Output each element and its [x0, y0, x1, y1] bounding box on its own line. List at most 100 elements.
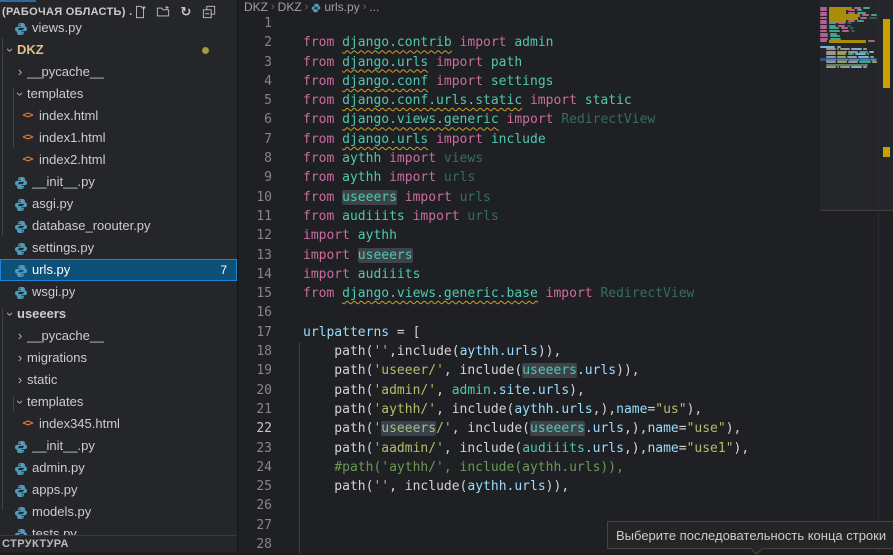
chevron-right-icon[interactable]: ›	[13, 347, 27, 369]
tree-item-index2-html[interactable]: <>index2.html	[0, 149, 237, 171]
tree-indent-guide	[2, 38, 3, 236]
code-line-14[interactable]: 14import audiiits	[238, 265, 893, 284]
tree-item-index-html[interactable]: <>index.html	[0, 105, 237, 127]
code-line-3[interactable]: 3from django.urls import path	[238, 53, 893, 72]
code-line-19[interactable]: 19 path('useeer/', include(useeers.urls)…	[238, 361, 893, 380]
code-line-17[interactable]: 17urlpatterns = [	[238, 323, 893, 342]
chevron-right-icon[interactable]: ›	[13, 369, 27, 391]
tree-item-settings-py[interactable]: settings.py	[0, 237, 237, 259]
breadcrumb-item[interactable]: DKZ	[278, 0, 302, 14]
code-line-7[interactable]: 7from django.urls import include	[238, 130, 893, 149]
line-number: 24	[238, 458, 272, 477]
token: from	[303, 286, 342, 301]
line-number: 3	[238, 53, 272, 72]
token: )),	[616, 363, 639, 378]
token: ),	[734, 441, 750, 456]
token	[483, 74, 491, 89]
code-line-6[interactable]: 6from django.views.generic import Redire…	[238, 110, 893, 129]
tree-item-index1-html[interactable]: <>index1.html	[0, 127, 237, 149]
outline-section-header[interactable]: СТРУКТУРА	[0, 535, 237, 552]
html-file-icon: <>	[20, 149, 35, 171]
token: aythh.urls	[467, 479, 545, 494]
token	[405, 209, 413, 224]
token	[483, 132, 491, 147]
token: , include(	[444, 363, 522, 378]
token: path(	[303, 441, 373, 456]
python-file-icon	[13, 479, 28, 501]
tree-item--pycache-[interactable]: ›__pycache__	[0, 61, 237, 83]
code-line-18[interactable]: 18 path('',include(aythh.urls)),	[238, 342, 893, 361]
tree-item-templates[interactable]: ›templates	[0, 391, 237, 413]
token: import	[436, 132, 483, 147]
code-line-10[interactable]: 10from useeers import urls	[238, 188, 893, 207]
token: , include(	[452, 421, 530, 436]
code-line-20[interactable]: 20 path('admin/', admin.site.urls),	[238, 381, 893, 400]
tree-item-models-py[interactable]: models.py	[0, 501, 237, 523]
code-line-16[interactable]: 16	[238, 303, 893, 322]
token: import	[530, 93, 577, 108]
token: admin	[452, 383, 491, 398]
tree-item--init-py[interactable]: __init__.py	[0, 435, 237, 457]
code-line-9[interactable]: 9from aythh import urls	[238, 168, 893, 187]
tree-item-asgi-py[interactable]: asgi.py	[0, 193, 237, 215]
token: = [	[389, 325, 420, 340]
token: path(	[303, 363, 373, 378]
code-line-21[interactable]: 21 path('aythh/', include(aythh.urls,),n…	[238, 400, 893, 419]
token: RedirectView	[600, 286, 694, 301]
tree-item-templates[interactable]: ›templates	[0, 83, 237, 105]
code-area[interactable]: 12from django.contrib import admin3from …	[238, 14, 893, 554]
tree-item-dkz[interactable]: ›DKZ	[0, 39, 237, 61]
tree-item-index345-html[interactable]: <>index345.html	[0, 413, 237, 435]
tree-item-label: __pycache__	[27, 61, 104, 83]
breadcrumb-separator-icon: ›	[271, 1, 275, 13]
tooltip-text: Выберите последовательность конца строки	[616, 528, 886, 543]
html-file-icon: <>	[20, 413, 35, 435]
minimap[interactable]	[820, 0, 893, 552]
tree-item-label: asgi.py	[32, 193, 73, 215]
code-line-5[interactable]: 5from django.conf.urls.static import sta…	[238, 91, 893, 110]
breadcrumb[interactable]: DKZ›DKZ›urls.py›...	[238, 0, 893, 14]
tree-item-label: index.html	[39, 105, 98, 127]
code-line-23[interactable]: 23 path('aadmin/', include(audiiits.urls…	[238, 439, 893, 458]
line-number: 23	[238, 439, 272, 458]
code-line-1[interactable]: 1	[238, 14, 893, 33]
breadcrumb-separator-icon: ›	[305, 1, 309, 13]
chevron-right-icon[interactable]: ›	[13, 325, 27, 347]
breadcrumb-item[interactable]: urls.py	[324, 0, 359, 14]
tree-item--pycache-[interactable]: ›__pycache__	[0, 325, 237, 347]
token	[522, 93, 530, 108]
code-line-24[interactable]: 24 #path('aythh/', include(aythh.urls)),	[238, 458, 893, 477]
tree-item-views-py[interactable]: views.py	[0, 17, 237, 39]
code-line-8[interactable]: 8from aythh import views	[238, 149, 893, 168]
tree-item-database-roouter-py[interactable]: database_roouter.py	[0, 215, 237, 237]
code-line-15[interactable]: 15from django.views.generic.base import …	[238, 284, 893, 303]
code-line-26[interactable]: 26	[238, 496, 893, 515]
tree-item--init-py[interactable]: __init__.py	[0, 171, 237, 193]
chevron-right-icon[interactable]: ›	[13, 61, 27, 83]
tree-item-migrations[interactable]: ›migrations	[0, 347, 237, 369]
tree-item-static[interactable]: ›static	[0, 369, 237, 391]
token	[428, 132, 436, 147]
token: #path('aythh/', include(aythh.urls)),	[303, 460, 624, 475]
tree-item-apps-py[interactable]: apps.py	[0, 479, 237, 501]
code-line-11[interactable]: 11from audiiits import urls	[238, 207, 893, 226]
token: ,),	[593, 402, 616, 417]
tree-item-wsgi-py[interactable]: wsgi.py	[0, 281, 237, 303]
code-line-25[interactable]: 25 path('', include(aythh.urls)),	[238, 477, 893, 496]
breadcrumb-item[interactable]: ...	[369, 0, 379, 14]
tree-item-useeers[interactable]: ›useeers	[0, 303, 237, 325]
chevron-down-icon[interactable]: ›	[0, 43, 21, 57]
tree-item-urls-py[interactable]: urls.py7	[0, 259, 237, 281]
code-line-2[interactable]: 2from django.contrib import admin	[238, 33, 893, 52]
token: import	[303, 228, 350, 243]
chevron-down-icon[interactable]: ›	[0, 307, 21, 321]
line-number: 21	[238, 400, 272, 419]
overview-ruler[interactable]	[878, 0, 893, 552]
code-line-13[interactable]: 13import useeers	[238, 246, 893, 265]
breadcrumb-item[interactable]: DKZ	[244, 0, 268, 14]
code-line-12[interactable]: 12import aythh	[238, 226, 893, 245]
token: name	[616, 402, 647, 417]
code-line-4[interactable]: 4from django.conf import settings	[238, 72, 893, 91]
code-line-22[interactable]: 22 path('useeers/', include(useeers.urls…	[238, 419, 893, 438]
tree-item-admin-py[interactable]: admin.py	[0, 457, 237, 479]
